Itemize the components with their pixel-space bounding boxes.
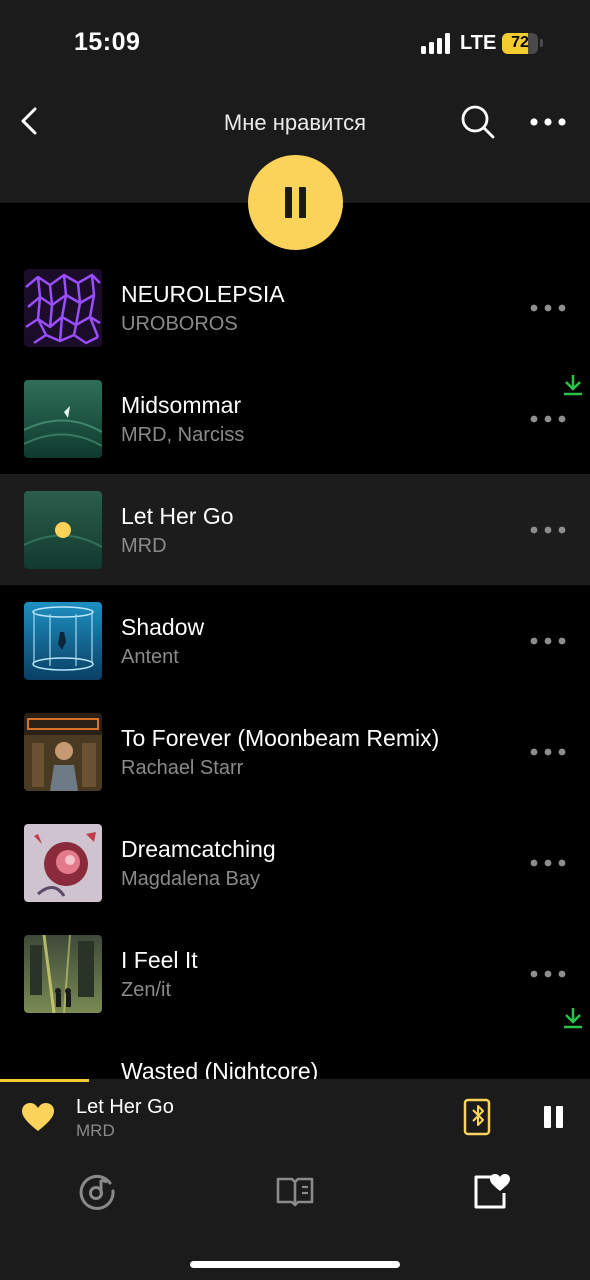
more-button[interactable] <box>528 110 568 134</box>
track-artist: Zen/it <box>121 979 172 1001</box>
tab-bar <box>0 1157 590 1280</box>
album-cover <box>24 380 102 458</box>
battery-percent: 72 <box>511 34 529 51</box>
album-cover <box>24 269 102 347</box>
now-playing-indicator <box>55 522 71 538</box>
more-icon <box>530 859 566 867</box>
track-title: I Feel It <box>121 947 198 973</box>
battery-nub <box>540 39 543 47</box>
track-row[interactable]: Dreamcatching Magdalena Bay <box>0 807 590 918</box>
track-more-button[interactable] <box>528 851 568 875</box>
battery-icon: 72 <box>502 33 538 54</box>
track-artist: Magdalena Bay <box>121 868 260 890</box>
network-type: LTE <box>460 32 497 54</box>
track-title: Dreamcatching <box>121 836 276 862</box>
pause-icon <box>299 187 306 218</box>
bluetooth-device-icon <box>463 1098 491 1136</box>
track-artist: Rachael Starr <box>121 757 244 779</box>
track-artist: Antent <box>121 646 179 668</box>
more-icon <box>530 637 566 645</box>
search-button[interactable] <box>460 104 496 140</box>
play-pause-button[interactable] <box>248 155 343 250</box>
search-icon <box>461 105 495 139</box>
status-time: 15:09 <box>74 28 141 56</box>
album-cover <box>24 491 102 569</box>
track-more-button[interactable] <box>528 296 568 320</box>
track-row[interactable]: To Forever (Moonbeam Remix) Rachael Star… <box>0 696 590 807</box>
track-more-button[interactable] <box>528 962 568 986</box>
more-icon <box>530 415 566 423</box>
tab-favorites[interactable] <box>472 1171 512 1211</box>
track-row[interactable]: NEUROLEPSIA UROBOROS <box>0 252 590 396</box>
track-more-button[interactable] <box>528 629 568 653</box>
device-button[interactable] <box>462 1097 494 1137</box>
track-title: NEUROLEPSIA <box>121 281 285 307</box>
tab-library[interactable] <box>275 1171 315 1211</box>
now-playing-artist: MRD <box>76 1121 115 1140</box>
library-icon <box>276 1177 314 1207</box>
track-title: Midsommar <box>121 392 242 418</box>
more-icon <box>530 118 566 126</box>
track-more-button[interactable] <box>528 407 568 431</box>
track-row[interactable]: Shadow Antent <box>0 585 590 696</box>
status-bar: 15:09 LTE 72 <box>0 0 590 88</box>
album-cover <box>24 935 102 1013</box>
track-row[interactable]: Midsommar MRD, Narciss <box>0 363 590 474</box>
favorites-icon <box>474 1174 510 1209</box>
album-cover <box>24 602 102 680</box>
mini-pause-button[interactable] <box>540 1106 566 1132</box>
header: Мне нравится <box>0 88 590 250</box>
music-icon <box>79 1174 115 1210</box>
track-title: Shadow <box>121 614 205 640</box>
more-icon <box>530 970 566 978</box>
track-artist: UROBOROS <box>121 313 238 335</box>
track-more-button[interactable] <box>528 518 568 542</box>
track-artist: MRD <box>121 535 167 557</box>
track-row-active[interactable]: Let Her Go MRD <box>0 474 590 585</box>
album-cover <box>24 713 102 791</box>
like-button[interactable] <box>20 1101 56 1133</box>
pause-icon <box>285 187 292 218</box>
heart-icon <box>22 1103 54 1131</box>
page-title: Мне нравится <box>223 110 367 135</box>
download-icon <box>563 1007 583 1029</box>
track-title: Let Her Go <box>121 503 234 529</box>
track-title: To Forever (Moonbeam Remix) <box>121 725 440 751</box>
home-indicator <box>190 1261 400 1268</box>
playback-progress <box>0 1079 89 1082</box>
more-icon <box>530 526 566 534</box>
more-icon <box>530 304 566 312</box>
pause-icon <box>556 1106 563 1128</box>
track-list: NEUROLEPSIA UROBOROS Midsommar MRD, Narc… <box>0 252 590 1140</box>
mini-player[interactable]: Let Her Go MRD <box>0 1079 590 1157</box>
pause-icon <box>544 1106 551 1128</box>
track-more-button[interactable] <box>528 740 568 764</box>
more-icon <box>530 748 566 756</box>
track-artist: MRD, Narciss <box>121 424 245 446</box>
track-row[interactable]: I Feel It Zen/it <box>0 918 590 1029</box>
album-cover <box>24 824 102 902</box>
now-playing-title: Let Her Go <box>76 1096 174 1118</box>
tab-music[interactable] <box>78 1171 118 1211</box>
signal-icon <box>421 32 451 54</box>
